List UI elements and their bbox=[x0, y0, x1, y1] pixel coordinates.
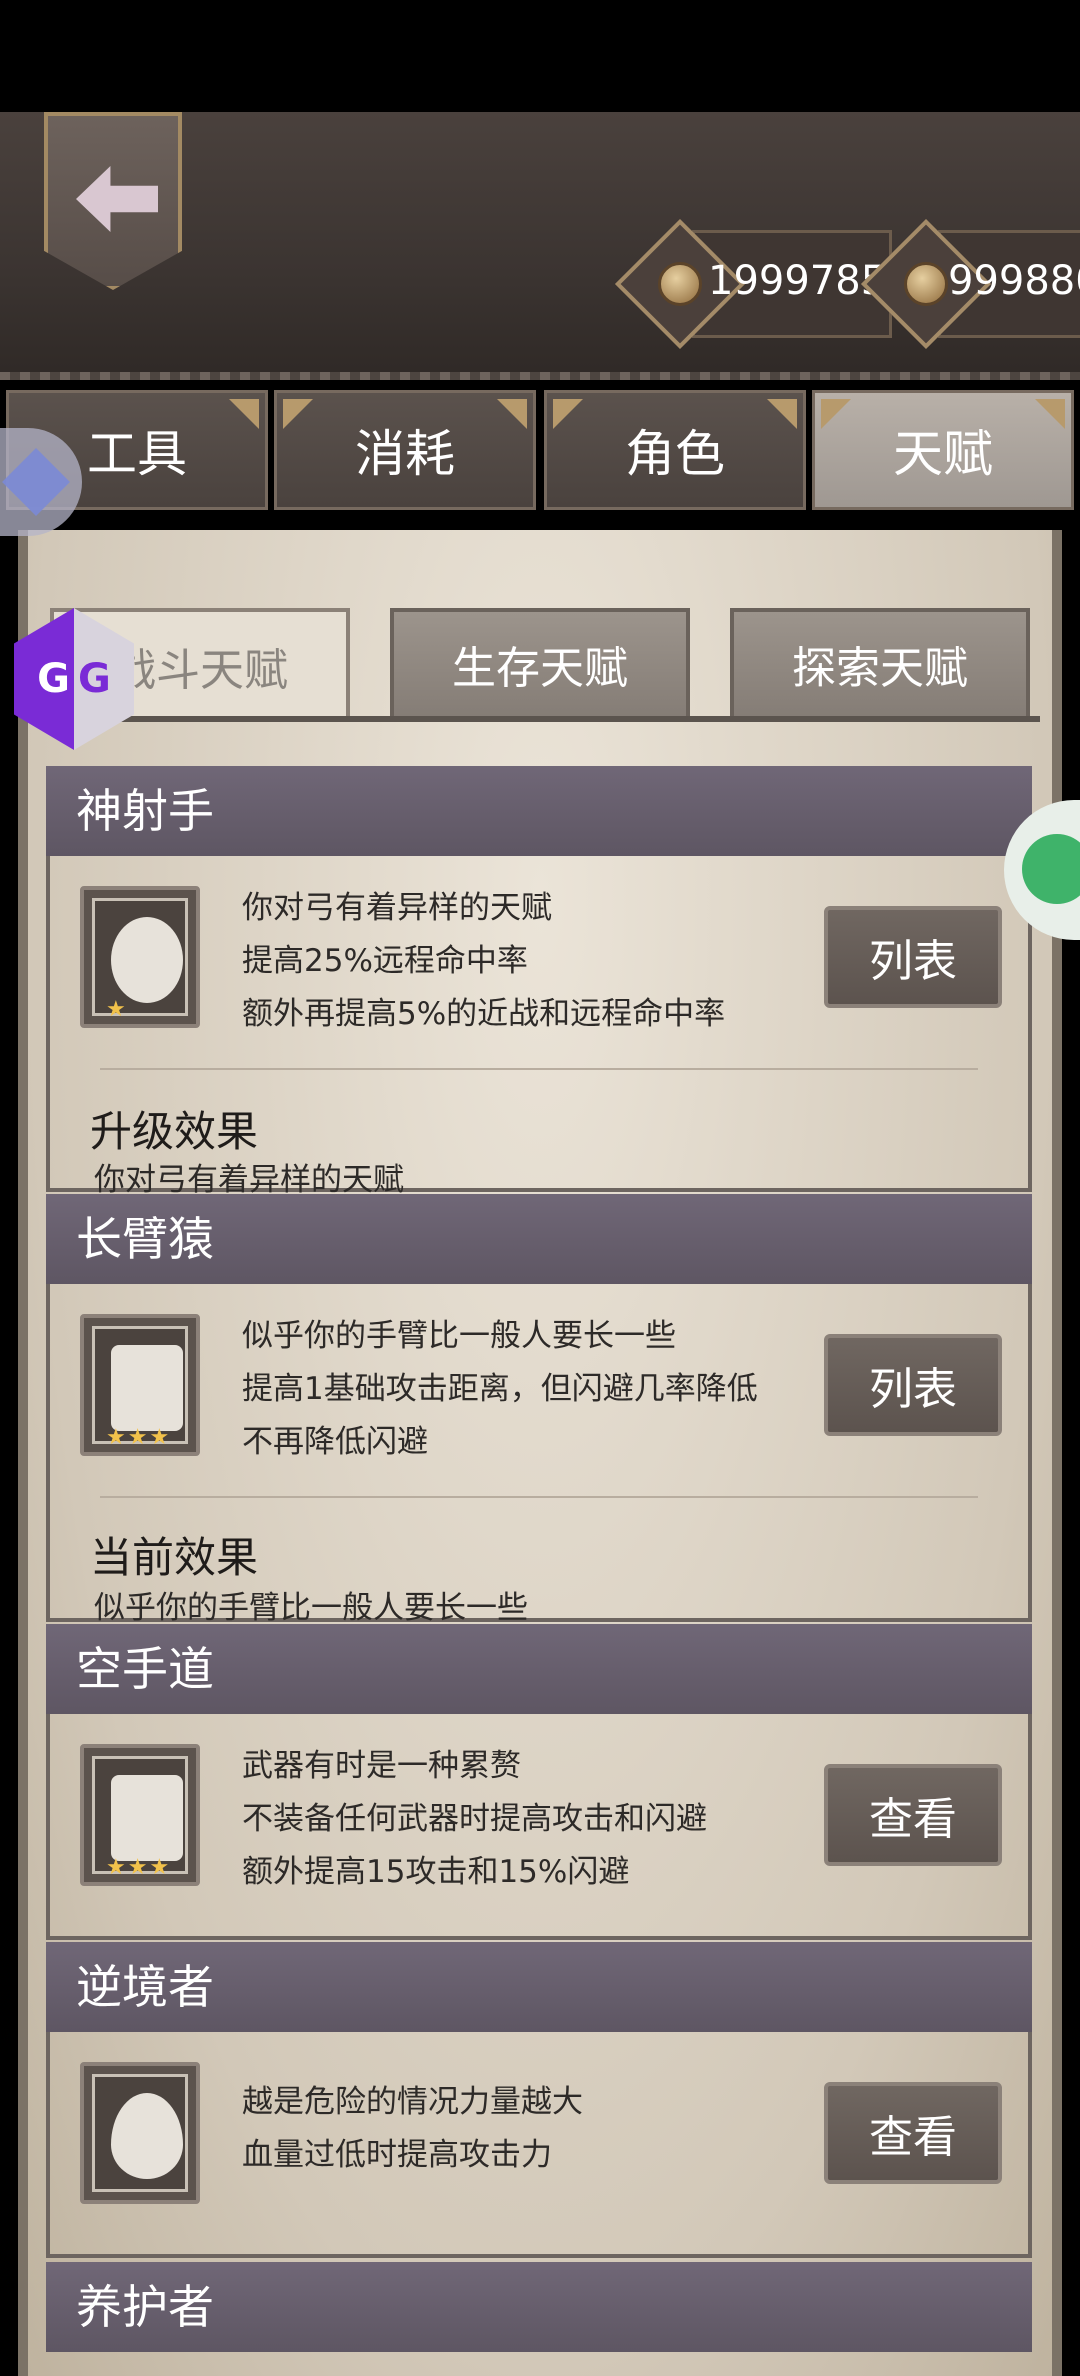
talent-description: 武器有时是一种累赘 不装备任何武器时提高攻击和闪避 额外提高15攻击和15%闪避 bbox=[242, 1748, 707, 1890]
karate-gi-icon: ★★★ bbox=[80, 1744, 200, 1886]
long-arm-icon: ★★★ bbox=[80, 1314, 200, 1456]
talent-description: 你对弓有着异样的天赋 提高25%远程命中率 额外再提高5%的近战和远程命中率 bbox=[242, 890, 726, 1032]
view-button[interactable]: 查看 bbox=[824, 2082, 1002, 2184]
tab-talent[interactable]: 天赋 bbox=[812, 390, 1074, 510]
gold-currency: 1999785 bbox=[614, 218, 892, 350]
talent-list[interactable]: 神射手 ★ 你对弓有着异样的天赋 提高25%远程命中率 额外再提高5%的近战和远… bbox=[46, 766, 1032, 2376]
talent-item: 养护者 bbox=[46, 2262, 1032, 2376]
effect-text: 似乎你的手臂比一般人要长一些 bbox=[94, 1590, 528, 1626]
coin-icon bbox=[904, 262, 948, 306]
talent-name: 养护者 bbox=[46, 2262, 1032, 2352]
subtab-exploration[interactable]: 探索天赋 bbox=[730, 608, 1030, 720]
list-button[interactable]: 列表 bbox=[824, 1334, 1002, 1436]
talent-description: 越是危险的情况力量越大 血量过低时提高攻击力 bbox=[242, 2084, 583, 2173]
blood-drop-icon bbox=[80, 2062, 200, 2204]
talent-description: 似乎你的手臂比一般人要长一些 提高1基础攻击距离，但闪避几率降低 不再降低闪避 bbox=[242, 1318, 758, 1460]
talent-item: 长臂猿 ★★★ 似乎你的手臂比一般人要长一些 提高1基础攻击距离，但闪避几率降低… bbox=[46, 1194, 1032, 1626]
gold-value: 1999785 bbox=[708, 258, 887, 304]
back-arrow-icon bbox=[76, 166, 158, 232]
talent-item: 逆境者 越是危险的情况力量越大 血量过低时提高攻击力 查看 bbox=[46, 1942, 1032, 2260]
second-value: 999880 bbox=[948, 258, 1080, 304]
talent-name: 空手道 bbox=[46, 1624, 1032, 1714]
tab-character[interactable]: 角色 bbox=[544, 390, 806, 510]
effect-text: 你对弓有着异样的天赋 bbox=[94, 1162, 404, 1198]
tab-consumables[interactable]: 消耗 bbox=[274, 390, 536, 510]
subtab-survival[interactable]: 生存天赋 bbox=[390, 608, 690, 720]
subtab-underline bbox=[40, 716, 1040, 722]
status-bar bbox=[0, 0, 1080, 112]
talent-name: 逆境者 bbox=[46, 1942, 1032, 2032]
target-arrow-icon: ★ bbox=[80, 886, 200, 1028]
main-tabs: 工具 消耗 角色 天赋 bbox=[0, 390, 1080, 510]
effect-title: 升级效果 bbox=[90, 1107, 259, 1156]
list-button[interactable]: 列表 bbox=[824, 906, 1002, 1008]
talent-item: 神射手 ★ 你对弓有着异样的天赋 提高25%远程命中率 额外再提高5%的近战和远… bbox=[46, 766, 1032, 1198]
talent-name: 神射手 bbox=[46, 766, 1032, 856]
effect-title: 当前效果 bbox=[90, 1533, 259, 1582]
coin-icon bbox=[658, 262, 702, 306]
talent-item: 空手道 ★★★ 武器有时是一种累赘 不装备任何武器时提高攻击和闪避 额外提高15… bbox=[46, 1624, 1032, 1942]
second-currency: 999880 bbox=[860, 218, 1080, 350]
talent-name: 长臂猿 bbox=[46, 1194, 1032, 1284]
view-button[interactable]: 查看 bbox=[824, 1764, 1002, 1866]
